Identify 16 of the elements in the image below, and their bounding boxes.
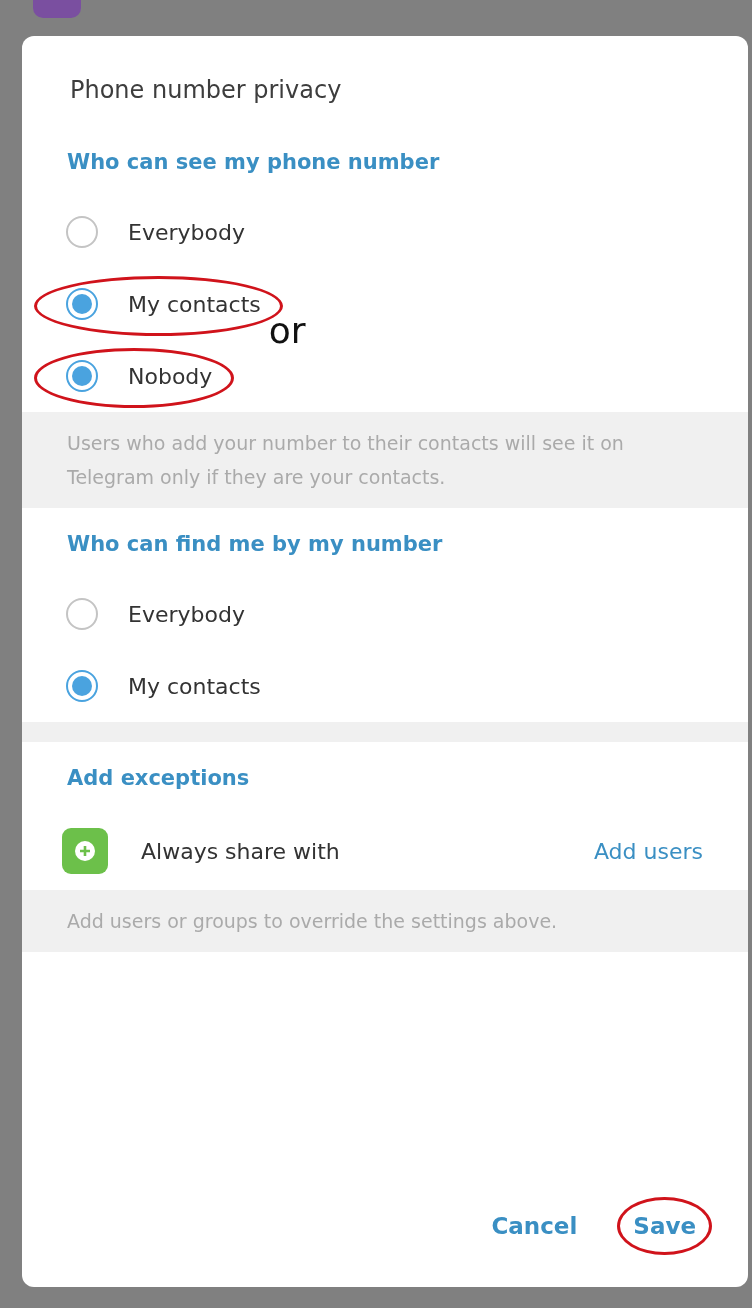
section-header: Who can see my phone number: [66, 149, 441, 176]
section-note: Add users or groups to override the settings above.: [22, 890, 748, 952]
radio-option[interactable]: Everybody: [22, 196, 249, 268]
exception-label: Always share with: [141, 838, 341, 864]
dialog-button[interactable]: Cancel: [483, 1207, 586, 1245]
section-header: Add exceptions: [66, 765, 251, 792]
annotation-text: or: [268, 312, 306, 349]
radio-option[interactable]: My contacts: [22, 268, 265, 340]
add-users-link[interactable]: Add users: [593, 838, 703, 864]
radio-option[interactable]: My contacts: [22, 650, 265, 722]
section-header: Who can find me by my number: [66, 531, 444, 558]
dialog-button[interactable]: Save: [625, 1207, 704, 1245]
radio-option[interactable]: Nobody: [22, 340, 217, 412]
dialog-title: Phone number privacy: [69, 75, 343, 106]
radio-option[interactable]: Everybody: [22, 578, 249, 650]
section-note: Users who add your number to their contacts will see it on Telegram only if they are your contacts.: [22, 412, 748, 508]
